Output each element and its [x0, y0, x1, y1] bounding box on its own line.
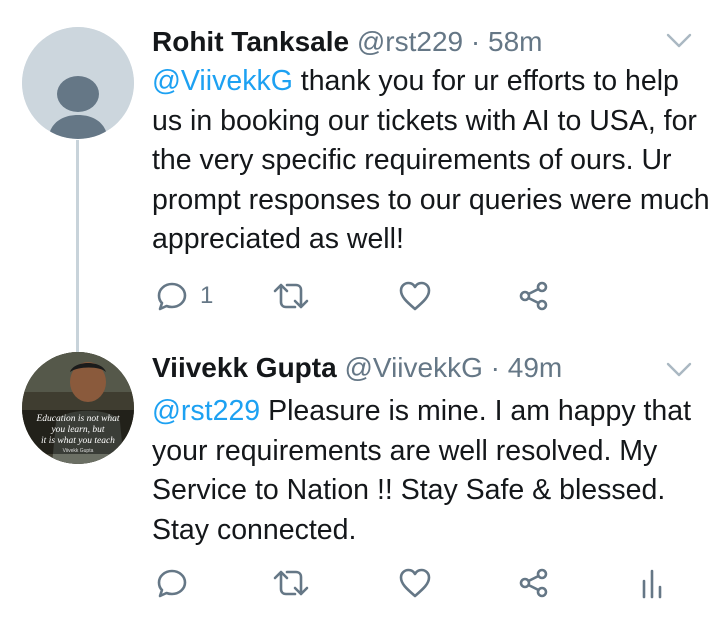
mention-link[interactable]: @rst229 [152, 395, 260, 427]
profile-photo: Education is not what you learn, but it … [22, 352, 134, 464]
default-avatar[interactable] [22, 27, 134, 139]
analytics-icon [642, 569, 662, 599]
avatar-caption-line-2: you learn, but [50, 425, 104, 435]
author-name[interactable]: Rohit Tanksale [152, 26, 349, 57]
tweet-header: Rohit Tanksale @rst229 · 58m [152, 26, 542, 58]
tweet-text: @rst229 Pleasure is mine. I am happy tha… [152, 392, 712, 550]
share-button[interactable] [518, 563, 550, 603]
reply-button[interactable]: 1 [156, 276, 213, 316]
reply-button[interactable] [156, 563, 200, 603]
retweet-button[interactable] [272, 563, 310, 603]
avatar[interactable]: Education is not what you learn, but it … [22, 352, 134, 464]
heart-icon [399, 281, 431, 311]
tweet-text: @ViivekkG thank you for ur efforts to he… [152, 62, 712, 260]
chevron-down-icon[interactable] [666, 361, 692, 379]
separator-dot: · [470, 26, 481, 57]
author-name[interactable]: Viivekk Gupta [152, 352, 337, 383]
reply-icon [157, 282, 187, 311]
heart-icon [399, 568, 431, 598]
chevron-down-icon[interactable] [666, 32, 692, 50]
reply-count: 1 [200, 282, 214, 309]
share-icon [519, 568, 548, 598]
tweet-actions: 1 [152, 276, 712, 316]
share-button[interactable] [518, 276, 550, 316]
author-handle[interactable]: @rst229 [357, 26, 463, 57]
share-icon [519, 281, 548, 311]
timestamp[interactable]: 58m [488, 26, 542, 57]
author-handle[interactable]: @ViivekkG [344, 352, 482, 383]
mention-link[interactable]: @ViivekkG [152, 65, 293, 97]
analytics-button[interactable] [640, 563, 664, 603]
thread-connector-line [76, 140, 79, 354]
tweet-header: Viivekk Gupta @ViivekkG · 49m [152, 352, 562, 384]
default-profile-icon [22, 27, 134, 139]
avatar-caption-line-3: it is what you teach [41, 436, 115, 446]
avatar-caption-signature: Viivekk Gupta [63, 448, 94, 454]
tweet-actions [152, 563, 712, 603]
retweet-icon [273, 570, 309, 596]
reply-icon [157, 569, 187, 598]
retweet-icon [273, 283, 309, 309]
separator-dot: · [490, 352, 500, 383]
timestamp[interactable]: 49m [508, 352, 562, 383]
avatar-caption-line-1: Education is not what [35, 414, 119, 424]
like-button[interactable] [398, 276, 432, 316]
like-button[interactable] [398, 563, 432, 603]
retweet-button[interactable] [272, 276, 310, 316]
